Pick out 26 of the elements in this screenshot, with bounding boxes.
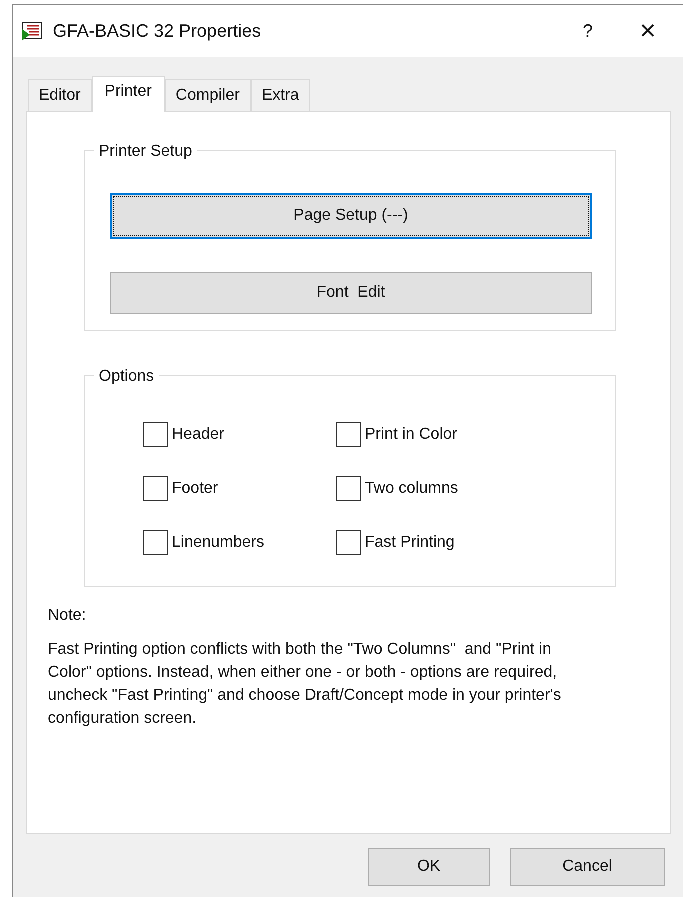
checkbox[interactable] bbox=[336, 530, 361, 555]
app-icon bbox=[21, 20, 43, 42]
dialog-button[interactable]: Font Edit bbox=[110, 272, 592, 314]
help-button[interactable]: ? bbox=[563, 18, 613, 44]
tab[interactable]: Editor bbox=[28, 79, 92, 111]
checkbox[interactable] bbox=[336, 476, 361, 501]
checkbox-label[interactable]: Fast Printing bbox=[365, 530, 455, 554]
dialog-button[interactable]: Page Setup (---) bbox=[110, 193, 592, 239]
checkbox[interactable] bbox=[336, 422, 361, 447]
tab[interactable]: Compiler bbox=[164, 79, 251, 111]
close-button[interactable]: × bbox=[613, 17, 683, 45]
cancel-button[interactable]: Cancel bbox=[510, 848, 665, 886]
checkbox-label[interactable]: Print in Color bbox=[365, 422, 458, 446]
note-label: Note: bbox=[48, 606, 88, 626]
checkbox-label[interactable]: Two columns bbox=[365, 476, 458, 500]
checkbox[interactable] bbox=[143, 476, 168, 501]
tab[interactable]: Printer bbox=[92, 76, 165, 112]
tab[interactable]: Extra bbox=[250, 79, 310, 111]
ok-button[interactable]: OK bbox=[368, 848, 490, 886]
checkbox-label[interactable]: Header bbox=[172, 422, 224, 446]
window-title: GFA-BASIC 32 Properties bbox=[53, 20, 262, 43]
checkbox[interactable] bbox=[143, 422, 168, 447]
checkbox-label[interactable]: Linenumbers bbox=[172, 530, 264, 554]
checkbox[interactable] bbox=[143, 530, 168, 555]
checkbox-label[interactable]: Footer bbox=[172, 476, 218, 500]
note-text: Fast Printing option conflicts with both the "Two Columns" and "Print in Color" options. Instead, when either one - or both - options are required, uncheck "Fast Printing" and choose Draft/Concept mode in your printer's configuration screen. bbox=[48, 640, 562, 729]
